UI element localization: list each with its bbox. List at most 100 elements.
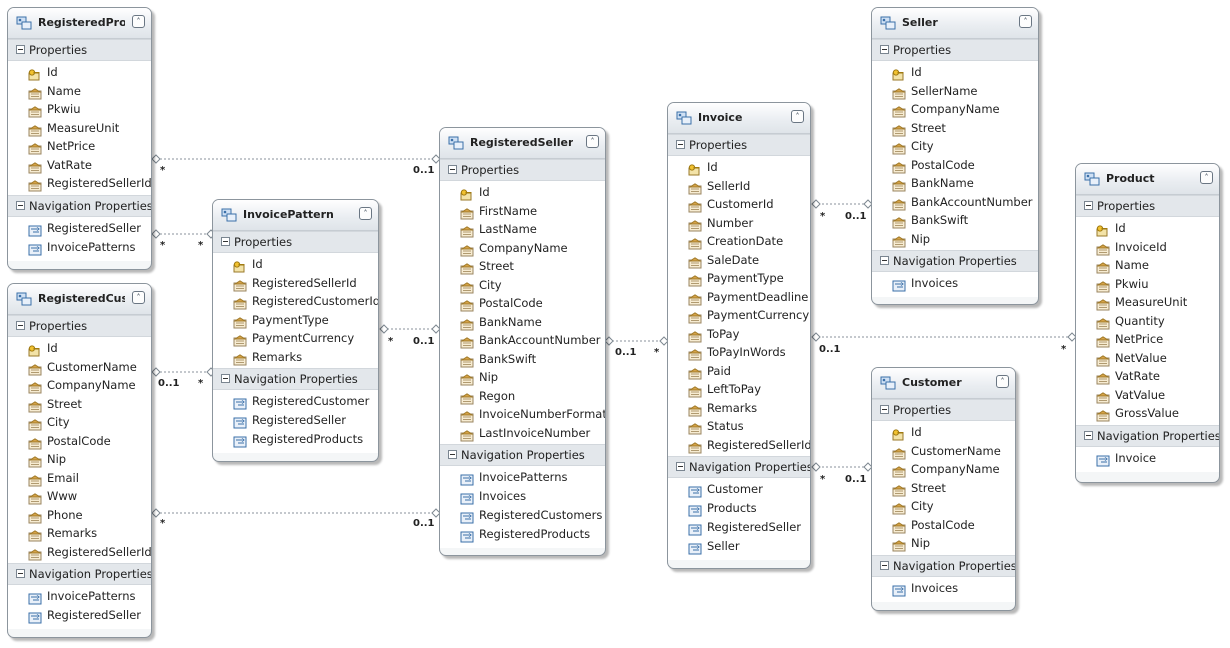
entity-header[interactable]: RegisteredCus... ˄ bbox=[8, 284, 151, 315]
property-row[interactable]: PaymentCurrency bbox=[668, 306, 810, 325]
navigation-section-header[interactable]: Navigation Properties bbox=[8, 563, 151, 585]
property-row[interactable]: Remarks bbox=[668, 399, 810, 418]
property-row[interactable]: RegisteredSellerId bbox=[213, 274, 378, 293]
navigation-row[interactable]: RegisteredProducts bbox=[213, 430, 378, 449]
property-row[interactable]: BankSwift bbox=[440, 350, 605, 369]
collapse-icon[interactable]: ˄ bbox=[1019, 15, 1032, 28]
property-row[interactable]: LeftToPay bbox=[668, 380, 810, 399]
property-row[interactable]: CompanyName bbox=[8, 376, 151, 395]
property-row[interactable]: Quantity bbox=[1076, 312, 1219, 331]
section-toggle-icon[interactable] bbox=[880, 45, 889, 54]
collapse-icon[interactable]: ˄ bbox=[359, 207, 372, 220]
property-row[interactable]: Www bbox=[8, 487, 151, 506]
navigation-row[interactable]: RegisteredSeller bbox=[213, 411, 378, 430]
property-row[interactable]: Nip bbox=[440, 368, 605, 387]
collapse-icon[interactable]: ˄ bbox=[132, 291, 145, 304]
property-row[interactable]: Id bbox=[8, 63, 151, 82]
section-toggle-icon[interactable] bbox=[16, 569, 25, 578]
navigation-row[interactable]: RegisteredCustomers bbox=[440, 506, 605, 525]
properties-section-header[interactable]: Properties bbox=[8, 315, 151, 337]
property-row[interactable]: PaymentType bbox=[213, 311, 378, 330]
property-row[interactable]: LastInvoiceNumber bbox=[440, 424, 605, 443]
properties-section-header[interactable]: Properties bbox=[8, 39, 151, 61]
property-row[interactable]: Id bbox=[8, 339, 151, 358]
property-row[interactable]: City bbox=[872, 137, 1038, 156]
property-row[interactable]: MeasureUnit bbox=[1076, 293, 1219, 312]
property-row[interactable]: Street bbox=[8, 395, 151, 414]
navigation-section-header[interactable]: Navigation Properties bbox=[213, 368, 378, 390]
section-toggle-icon[interactable] bbox=[880, 256, 889, 265]
section-toggle-icon[interactable] bbox=[880, 560, 889, 570]
property-row[interactable]: BankName bbox=[872, 174, 1038, 193]
property-row[interactable]: ToPayInWords bbox=[668, 343, 810, 362]
property-row[interactable]: PostalCode bbox=[440, 294, 605, 313]
property-row[interactable]: PostalCode bbox=[872, 156, 1038, 175]
property-row[interactable]: NetValue bbox=[1076, 349, 1219, 368]
property-row[interactable]: Paid bbox=[668, 362, 810, 381]
properties-section-header[interactable]: Properties bbox=[1076, 195, 1219, 217]
property-row[interactable]: Id bbox=[872, 63, 1038, 82]
property-row[interactable]: VatRate bbox=[8, 156, 151, 175]
section-toggle-icon[interactable] bbox=[1084, 430, 1093, 440]
navigation-section-header[interactable]: Navigation Properties bbox=[668, 456, 810, 478]
section-toggle-icon[interactable] bbox=[448, 450, 457, 459]
property-row[interactable]: GrossValue bbox=[1076, 404, 1219, 423]
entity-header[interactable]: RegisteredPro... ˄ bbox=[8, 8, 151, 39]
property-row[interactable]: VatValue bbox=[1076, 386, 1219, 405]
navigation-row[interactable]: Invoice bbox=[1076, 449, 1219, 468]
property-row[interactable]: Id bbox=[440, 183, 605, 202]
property-row[interactable]: RegisteredSellerId bbox=[8, 543, 151, 562]
navigation-row[interactable]: RegisteredProducts bbox=[440, 525, 605, 544]
property-row[interactable]: NetPrice bbox=[8, 137, 151, 156]
property-row[interactable]: BankName bbox=[440, 313, 605, 332]
entity-seller[interactable]: Seller ˄ Properties Id SellerName CompanyName… bbox=[871, 7, 1039, 305]
navigation-row[interactable]: RegisteredSeller bbox=[668, 518, 810, 537]
property-row[interactable]: CompanyName bbox=[872, 100, 1038, 119]
navigation-section-header[interactable]: Navigation Properties bbox=[8, 194, 151, 217]
property-row[interactable]: NetPrice bbox=[1076, 330, 1219, 349]
entity-registered-seller[interactable]: RegisteredSeller ˄ Properties Id FirstName La… bbox=[439, 127, 606, 556]
property-row[interactable]: Street bbox=[872, 119, 1038, 138]
collapse-icon[interactable]: ˄ bbox=[996, 375, 1009, 388]
property-row[interactable]: ToPay bbox=[668, 325, 810, 344]
section-toggle-icon[interactable] bbox=[880, 405, 889, 414]
entity-invoice[interactable]: Invoice ˄ Properties Id SellerId CustomerId Nu… bbox=[667, 102, 811, 569]
property-row[interactable]: Id bbox=[213, 255, 378, 274]
property-row[interactable]: CustomerName bbox=[872, 442, 1015, 461]
property-row[interactable]: PaymentCurrency bbox=[213, 329, 378, 348]
entity-registered-customer[interactable]: RegisteredCus... ˄ Properties Id CustomerNam… bbox=[7, 283, 152, 638]
property-row[interactable]: Remarks bbox=[213, 348, 378, 367]
entity-invoice-pattern[interactable]: InvoicePattern ˄ Properties Id RegisteredSel… bbox=[212, 199, 379, 462]
property-row[interactable]: Number bbox=[668, 214, 810, 233]
section-toggle-icon[interactable] bbox=[676, 462, 685, 471]
property-row[interactable]: CustomerId bbox=[668, 195, 810, 214]
property-row[interactable]: BankAccountNumber bbox=[872, 193, 1038, 212]
entity-header[interactable]: Customer ˄ bbox=[872, 368, 1015, 399]
property-row[interactable]: Id bbox=[872, 423, 1015, 442]
section-toggle-icon[interactable] bbox=[676, 140, 685, 149]
property-row[interactable]: PostalCode bbox=[872, 516, 1015, 535]
property-row[interactable]: RegisteredSellerId bbox=[8, 174, 151, 193]
property-row[interactable]: InvoiceId bbox=[1076, 238, 1219, 257]
property-row[interactable]: Street bbox=[440, 257, 605, 276]
property-row[interactable]: Nip bbox=[8, 450, 151, 469]
property-row[interactable]: Regon bbox=[440, 387, 605, 406]
properties-section-header[interactable]: Properties bbox=[872, 39, 1038, 61]
property-row[interactable]: City bbox=[8, 413, 151, 432]
property-row[interactable]: Status bbox=[668, 417, 810, 436]
navigation-section-header[interactable]: Navigation Properties bbox=[872, 250, 1038, 272]
property-row[interactable]: CompanyName bbox=[440, 239, 605, 258]
section-toggle-icon[interactable] bbox=[1084, 201, 1093, 210]
property-row[interactable]: SaleDate bbox=[668, 251, 810, 270]
entity-header[interactable]: Seller ˄ bbox=[872, 8, 1038, 39]
collapse-icon[interactable]: ˄ bbox=[791, 110, 804, 123]
navigation-section-header[interactable]: Navigation Properties bbox=[1076, 424, 1219, 447]
property-row[interactable]: Phone bbox=[8, 506, 151, 525]
navigation-row[interactable]: Invoices bbox=[440, 487, 605, 506]
collapse-icon[interactable]: ˄ bbox=[586, 135, 599, 148]
navigation-row[interactable]: Invoices bbox=[872, 274, 1038, 293]
property-row[interactable]: Nip bbox=[872, 230, 1038, 249]
properties-section-header[interactable]: Properties bbox=[213, 231, 378, 253]
collapse-icon[interactable]: ˄ bbox=[1200, 171, 1213, 184]
entity-header[interactable]: Invoice ˄ bbox=[668, 103, 810, 134]
